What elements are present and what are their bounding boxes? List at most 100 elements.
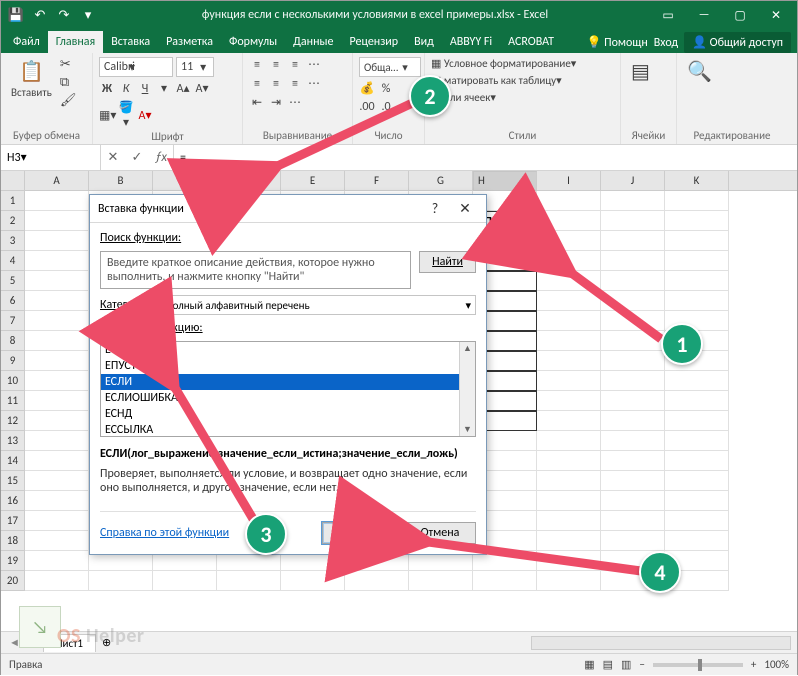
cell[interactable] (601, 251, 665, 271)
cell[interactable] (25, 531, 89, 551)
ribbon-options-icon[interactable]: ▭ (651, 4, 685, 26)
cell[interactable] (537, 451, 601, 471)
font-name-select[interactable]: Calibri▾ (99, 57, 173, 77)
tab-data[interactable]: Данные (285, 31, 341, 53)
font-size-select[interactable]: 11▾ (176, 57, 214, 77)
row-header[interactable]: 10 (1, 371, 25, 391)
cell[interactable] (25, 391, 89, 411)
row-header[interactable]: 9 (1, 351, 25, 371)
function-listbox[interactable]: ЕОШИБКА ЕПУСТО ЕСЛИ ЕСЛИОШИБКА ЕСНД ЕССЫ… (100, 341, 476, 437)
align-top-icon[interactable]: ≡ (249, 58, 265, 72)
cell[interactable] (537, 251, 601, 271)
sign-in[interactable]: Вход (654, 36, 678, 50)
fx-icon[interactable]: ƒx (149, 150, 173, 165)
tell-me[interactable]: 💡 Помощн (586, 35, 647, 50)
search-description-input[interactable]: Введите краткое описание действия, котор… (100, 251, 411, 289)
underline-icon[interactable]: Ч (137, 82, 153, 96)
cell[interactable] (537, 211, 601, 231)
cell[interactable] (665, 511, 729, 531)
cell[interactable] (665, 411, 729, 431)
dec-dec-icon[interactable]: .0 (378, 100, 394, 114)
cell[interactable] (537, 471, 601, 491)
cell[interactable] (665, 451, 729, 471)
col-header[interactable]: K (665, 171, 729, 190)
row-header[interactable]: 1 (1, 191, 25, 211)
cell[interactable] (25, 231, 89, 251)
cell[interactable] (25, 451, 89, 471)
list-item[interactable]: ЕОШИБКА (101, 342, 475, 358)
row-header[interactable]: 3 (1, 231, 25, 251)
cell[interactable] (665, 531, 729, 551)
cell[interactable] (601, 451, 665, 471)
cell[interactable] (537, 511, 601, 531)
col-header[interactable]: C (153, 171, 217, 190)
cancel-button[interactable]: Отмена (404, 522, 476, 544)
col-header[interactable]: J (601, 171, 665, 190)
find-button[interactable]: Найти (419, 251, 476, 273)
zoom-in-icon[interactable]: + (751, 658, 756, 671)
maximize-icon[interactable]: ▢ (723, 4, 757, 26)
list-item[interactable]: ЕСЛИ (101, 374, 475, 390)
cell[interactable] (25, 271, 89, 291)
editing-button[interactable]: 🔍 (683, 57, 716, 86)
row-header[interactable]: 2 (1, 211, 25, 231)
row-header[interactable]: 16 (1, 491, 25, 511)
cell[interactable] (537, 551, 601, 571)
cell[interactable] (537, 231, 601, 251)
qat-more-icon[interactable]: ▾ (77, 4, 99, 26)
row-header[interactable]: 15 (1, 471, 25, 491)
cell[interactable] (25, 511, 89, 531)
tab-layout[interactable]: Разметка (158, 31, 221, 53)
col-header[interactable]: A (25, 171, 89, 190)
cell[interactable] (601, 291, 665, 311)
horizontal-scrollbar[interactable] (531, 636, 791, 650)
cell[interactable] (25, 211, 89, 231)
format-as-table-button[interactable]: ▦ матировать как таблицу▾ (431, 74, 562, 87)
cell[interactable] (537, 331, 601, 351)
zoom-out-icon[interactable]: − (639, 658, 644, 671)
col-header[interactable]: F (345, 171, 409, 190)
cell[interactable] (25, 411, 89, 431)
border-icon[interactable]: ▦▾ (99, 108, 115, 123)
cell[interactable] (89, 571, 153, 591)
col-header[interactable]: B (89, 171, 153, 190)
view-layout-icon[interactable]: ▤ (603, 658, 613, 671)
row-header[interactable]: 7 (1, 311, 25, 331)
name-box[interactable]: H3 ▾ (1, 145, 101, 170)
row-header[interactable]: 17 (1, 511, 25, 531)
tab-formulas[interactable]: Формулы (221, 31, 285, 53)
cell[interactable] (537, 191, 601, 211)
row-header[interactable]: 6 (1, 291, 25, 311)
col-header[interactable]: E (281, 171, 345, 190)
share-button[interactable]: 👤 Общий доступ (684, 32, 791, 53)
cell[interactable] (601, 331, 665, 351)
cell[interactable] (25, 571, 89, 591)
dialog-help-icon[interactable]: ? (422, 200, 448, 217)
cells-button[interactable]: ▤ (627, 57, 654, 86)
cell[interactable] (601, 471, 665, 491)
format-painter-icon[interactable]: 🖌 (60, 93, 77, 108)
cell[interactable] (25, 291, 89, 311)
cell[interactable] (665, 191, 729, 211)
align-left-icon[interactable]: ≡ (249, 77, 265, 91)
zoom-slider[interactable] (653, 663, 743, 667)
list-item[interactable]: ЕСНД (101, 406, 475, 422)
tab-file[interactable]: Файл (5, 31, 48, 53)
bold-icon[interactable]: Ж (99, 82, 115, 96)
list-item[interactable]: ЕСЛИОШИБКА (101, 390, 475, 406)
list-item[interactable]: ЕПУСТО (101, 358, 475, 374)
cell[interactable] (665, 431, 729, 451)
cell[interactable] (25, 331, 89, 351)
col-header[interactable]: H (473, 171, 537, 191)
row-header[interactable]: 11 (1, 391, 25, 411)
row-header[interactable]: 20 (1, 571, 25, 591)
list-item[interactable]: ЕССЫЛКА (101, 422, 475, 437)
row-header[interactable]: 14 (1, 451, 25, 471)
cell[interactable] (601, 491, 665, 511)
cell[interactable] (665, 491, 729, 511)
indent-dec-icon[interactable]: ⇤ (249, 95, 265, 110)
cell[interactable] (601, 431, 665, 451)
cell[interactable] (537, 571, 601, 591)
font-grow-icon[interactable]: A▴ (175, 81, 191, 96)
close-icon[interactable]: ✕ (759, 4, 793, 26)
